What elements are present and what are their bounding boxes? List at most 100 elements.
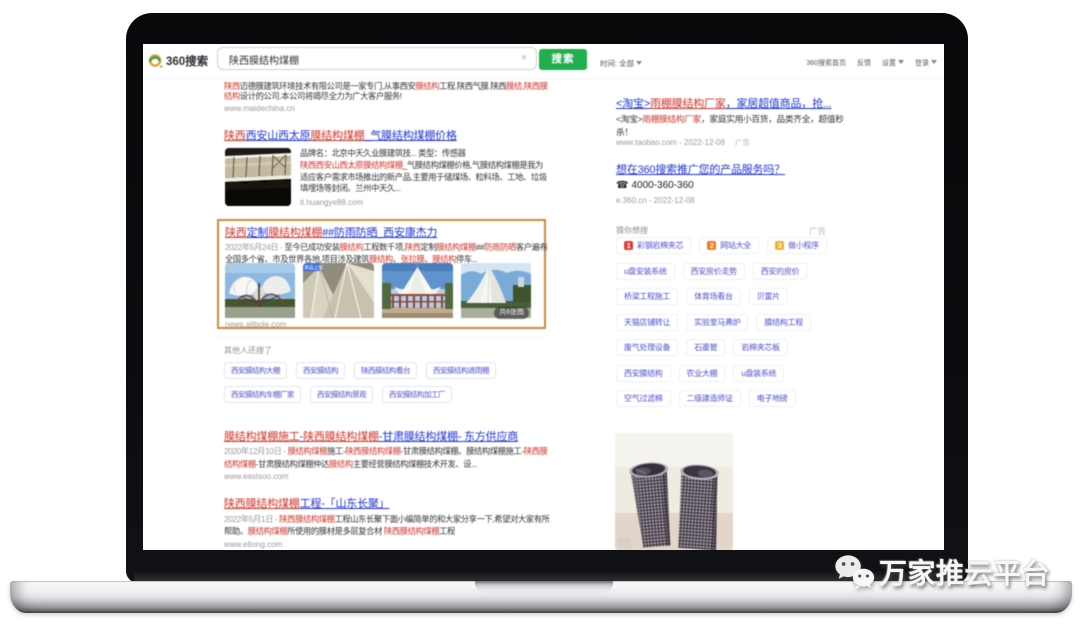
related-search-chip[interactable]: 陕西膜结构看台 (354, 362, 417, 379)
text-span: 陕西西安山西太原膜结构煤棚 (300, 160, 403, 170)
text-span: 、 (393, 254, 401, 264)
text-span: 陕西膜结构煤棚 (303, 431, 379, 443)
promo-phone: ☎4000-360-360 (616, 180, 694, 191)
text-span: 工程.陕西气膜.陕西 (439, 81, 506, 91)
suggest-chip[interactable]: 二级建造师证 (679, 390, 741, 407)
text-span: 西安山西太原 (246, 130, 311, 142)
suggest-chip[interactable]: 1彩钢岩棉夹芯 (616, 237, 691, 254)
promo-title[interactable]: 想在360搜索推广您的产品服务吗？ (616, 161, 785, 177)
suggest-chip[interactable]: 贝雷片 (749, 288, 788, 305)
suggest-chip[interactable]: 体育场看台 (686, 288, 741, 305)
result-thumbnail[interactable] (225, 263, 295, 323)
text-span: 帮助。 (224, 526, 248, 536)
text-span: 设计的公司.本公司将竭尽全力为广大客户服务! (240, 91, 402, 101)
text-span: 定制 (247, 227, 269, 239)
text-span: 工程 (439, 526, 455, 536)
text-span: 所使用的膜材是多层复合材 (287, 526, 384, 536)
result-snippet-line: 结构设计的公司.本公司将竭尽全力为广大客户服务! (224, 90, 402, 102)
watermark: 万家推云平台 (833, 552, 1050, 599)
suggest-chip-row: 西安膜结构农业大棚 u盘装系统 (616, 365, 784, 382)
suggest-chip[interactable]: 电子地磅 (749, 390, 796, 407)
ad-desc-line: <淘宝>雨棚膜结构厂家，家庭实用小百货，品类齐全，超值秒 (616, 112, 844, 125)
search-query-text: 陕西膜结构煤棚 (229, 52, 299, 67)
result-thumbnail[interactable] (225, 148, 291, 206)
result-desc-line: 填埋场等封闭。兰州中天久... (300, 182, 400, 194)
result-thumbnail[interactable] (382, 263, 453, 323)
text-span: 陕西 (225, 227, 247, 239)
suggest-chip[interactable]: u盘装系统 (733, 365, 784, 382)
suggest-chip[interactable]: 空气过滤棉 (616, 390, 671, 407)
nav-link-1[interactable]: 360搜索首页 (806, 58, 846, 68)
nav-link-3[interactable]: 设置 (882, 58, 904, 68)
text-span: 工程山东长聚下面小编简单的和大家分享一下,希望对大家有所 (334, 514, 549, 524)
logo-360-search[interactable]: 360搜索 (148, 48, 208, 74)
ad-title[interactable]: <淘宝>雨棚膜结构厂家，家居超值商品，抢... (616, 95, 831, 111)
result-url: www.eastsoo.com (224, 472, 288, 481)
text-span: 客户遍布 (516, 242, 548, 252)
suggest-chip[interactable]: 石墨管 (686, 339, 725, 356)
suggest-chip[interactable]: 膜结构工程 (756, 314, 811, 331)
suggest-chip[interactable]: 西安的房价 (753, 263, 808, 280)
suggest-title: 猜你想搜 (616, 225, 648, 236)
result-thumbnail[interactable]: 共6张图 (461, 263, 531, 323)
chevron-down-icon (931, 60, 937, 64)
suggest-chip-row: u盘安装系统西安房价走势西安的房价 (616, 263, 807, 280)
result-title[interactable]: 陕西膜结构煤棚工程-「山东长聚」 (224, 495, 389, 511)
related-search-chip[interactable]: 西安膜结构加工厂 (382, 386, 452, 403)
mockup-stage: 360搜索 陕西膜结构煤棚 × 搜索 时间: 全部 360搜索首页反馈设置登录 … (0, 0, 1080, 628)
suggest-ad-label: 广告 (809, 225, 826, 237)
coal-shed-photo (225, 148, 291, 206)
membrane-structure-photo-2: 新品上架 (303, 263, 374, 318)
laptop-base-notch (475, 581, 613, 593)
text-span: 膜结构 (340, 242, 364, 252)
text-span: ##防雨防晒_西安康杰力 (322, 227, 437, 239)
related-search-chip[interactable]: 西安膜结构 (296, 362, 345, 379)
rank-badge: 1 (624, 241, 633, 250)
search-input[interactable]: 陕西膜结构煤棚 × (217, 47, 537, 70)
text-span: 工程-「山东长聚」 (300, 498, 390, 510)
result-title[interactable]: 陕西西安山西太原膜结构煤棚_气膜结构煤棚价格 (224, 127, 457, 143)
search-button[interactable]: 搜索 (539, 49, 587, 70)
suggest-chip[interactable]: 西安房价走势 (683, 263, 745, 280)
360-logo-icon (148, 53, 163, 70)
result-thumbnail[interactable]: 新品上架 (303, 263, 374, 323)
time-filter-dropdown[interactable]: 时间: 全部 (600, 58, 642, 69)
clear-search-icon[interactable]: × (521, 52, 527, 64)
suggest-chip[interactable]: 西安膜结构 (616, 365, 671, 382)
suggest-chip[interactable]: u盘安装系统 (616, 263, 675, 280)
related-search-title: 其他人还搜了 (224, 345, 272, 356)
nav-link-4[interactable]: 登录 (915, 58, 937, 68)
related-search-chip[interactable]: 西安膜结构景观 (310, 386, 373, 403)
nav-link-2[interactable]: 反馈 (857, 58, 871, 68)
suggest-chip[interactable]: 2网站大全 (699, 237, 759, 254)
text-span: 停车... (456, 254, 478, 264)
suggest-chip[interactable]: 岩棉夹芯板 (733, 339, 788, 356)
browser-viewport: 360搜索 陕西膜结构煤棚 × 搜索 时间: 全部 360搜索首页反馈设置登录 … (143, 44, 944, 550)
related-search-chip[interactable]: 西安膜结构遮雨棚 (426, 362, 496, 379)
suggest-chip[interactable]: 3做小程序 (767, 237, 827, 254)
related-search-chip[interactable]: 西安膜结构大棚 (224, 362, 287, 379)
text-span: 膜结构煤棚 (436, 242, 476, 252)
result-desc-line: 结构煤棚-甘肃膜结构煤棚仲达膜结构主要经营膜结构煤棚技术开发、设... (224, 458, 477, 470)
related-search-chip[interactable]: 西安膜结构车棚厂家 (224, 386, 301, 403)
suggest-chip[interactable]: 废气处理设备 (616, 339, 678, 356)
text-span: <淘宝> (616, 114, 642, 124)
text-span: 施工- (327, 446, 345, 456)
text-span: 全国多个省、市及世界各地,项目涉及建筑 (225, 254, 369, 264)
text-span: 品牌名：北京中天久业膜建筑技... 类型：传感器 (300, 148, 466, 158)
suggest-chip[interactable]: 农业大棚 (679, 365, 726, 382)
result-title[interactable]: 膜结构煤棚施工-陕西膜结构煤棚-甘肃膜结构煤棚- 东方供应商 (224, 428, 518, 444)
suggest-chip[interactable]: 实验室马弗炉 (686, 314, 748, 331)
suggest-chip[interactable]: 天猫店铺转让 (616, 314, 678, 331)
text-span: 陕西膜结构煤棚 (345, 446, 400, 456)
promo-url: e.360.cn - 2022-12-08 (616, 196, 695, 205)
suggest-chip[interactable]: 桥梁工程施工 (616, 288, 678, 305)
text-span: 膜结构煤棚 (288, 446, 328, 456)
text-span: 主要经营膜结构煤棚技术开发、设... (353, 459, 477, 469)
text-span: 适应客户需求市场推出的新产品,主要用于储煤场、粒料场、工地、垃圾 (300, 172, 547, 182)
text-span: -甘肃膜结构煤棚。膜结构煤棚施工- (401, 446, 524, 456)
text-span: -甘肃膜结构煤棚- 东方供应商 (379, 431, 518, 443)
result-title[interactable]: 陕西定制膜结构煤棚##防雨防晒_西安康杰力 (225, 224, 437, 240)
suggest-product-image[interactable] (615, 433, 733, 550)
suggest-chip-row: 天猫店铺转让实验室马弗炉膜结构工程 (616, 314, 811, 331)
